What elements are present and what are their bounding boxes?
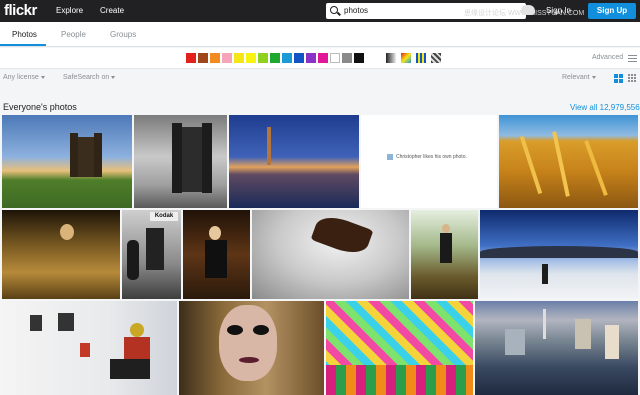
color-swatch[interactable] [330,53,340,63]
color-swatch[interactable] [210,53,220,63]
search-icon[interactable] [330,6,338,14]
photo-face-paint-portrait[interactable] [179,301,324,395]
filter-bar: Any license SafeSearch on Relevant [0,68,640,88]
upload-cloud-icon[interactable] [521,5,535,15]
color-swatch[interactable] [270,53,280,63]
view-all-link[interactable]: View all 12,979,556 [570,103,640,112]
photo-castle-tower-sunset[interactable] [2,115,132,208]
top-navbar: flickr Explore Create photos 思缘设计论坛 WWW.… [0,0,640,22]
color-swatch[interactable] [222,53,232,63]
search-value: photos [344,6,369,15]
pattern-swatch[interactable] [431,53,441,63]
photo-fisheye-snow-landscape[interactable] [480,210,638,299]
license-label: Any license [3,74,39,81]
photo-girl-in-woods[interactable] [411,210,478,299]
color-swatch[interactable] [186,53,196,63]
minimalist-swatch[interactable] [416,53,426,63]
photo-caption: Christopher likes his own photo. [396,154,467,160]
photo-harbor-town-night[interactable] [229,115,359,208]
nav-create[interactable]: Create [100,6,124,15]
color-swatch[interactable] [246,53,256,63]
search-tabs: Photos People Groups [0,22,640,47]
tab-groups[interactable]: Groups [110,30,136,39]
chevron-down-icon [40,75,45,79]
nav-explore[interactable]: Explore [56,6,83,15]
sort-dropdown[interactable]: Relevant [562,74,596,81]
photo-gallery-reading[interactable] [2,301,177,395]
color-swatch[interactable] [282,53,292,63]
photo-psychedelic-pattern[interactable] [326,301,473,395]
tab-photos[interactable]: Photos [12,30,37,39]
photo-wheat-field[interactable] [499,115,638,208]
safesearch-label: SafeSearch on [63,74,110,81]
photo-woman-forest[interactable] [183,210,250,299]
sort-label: Relevant [562,74,590,81]
sign-up-button[interactable]: Sign Up [588,3,636,19]
color-swatch[interactable] [306,53,316,63]
safesearch-dropdown[interactable]: SafeSearch on [63,74,116,81]
small-grid-view-icon[interactable] [628,74,637,83]
photo-woman-in-grass[interactable] [2,210,120,299]
photo-leaf-on-ice[interactable] [252,210,409,299]
photo-christopher-placeholder[interactable]: Christopher likes his own photo. [361,115,497,208]
photo-castle-tower-bw[interactable] [134,115,227,208]
color-filter-bar: Advanced [0,48,640,68]
color-swatch[interactable] [258,53,268,63]
advanced-link[interactable]: Advanced [592,54,623,61]
color-swatch[interactable] [354,53,364,63]
color-swatch[interactable] [318,53,328,63]
flickr-logo[interactable]: flickr [4,2,37,19]
shallow-depth-swatch[interactable] [401,53,411,63]
chevron-down-icon [111,75,116,79]
large-grid-view-icon[interactable] [614,74,623,83]
active-tab-indicator [0,44,46,46]
color-swatch[interactable] [294,53,304,63]
tab-people[interactable]: People [61,30,86,39]
sliders-icon[interactable] [628,55,637,62]
broken-image-icon [387,154,393,160]
color-swatch[interactable] [342,53,352,63]
license-dropdown[interactable]: Any license [3,74,45,81]
photo-las-vegas-aerial[interactable] [475,301,638,395]
color-swatch[interactable] [234,53,244,63]
section-title: Everyone's photos [3,102,77,112]
color-swatch[interactable] [198,53,208,63]
photo-kodak-store-bw[interactable]: Kodak [122,210,181,299]
chevron-down-icon [591,75,596,79]
sign-in-link[interactable]: Sign In [546,6,571,15]
bw-filter-swatch[interactable] [386,53,396,63]
